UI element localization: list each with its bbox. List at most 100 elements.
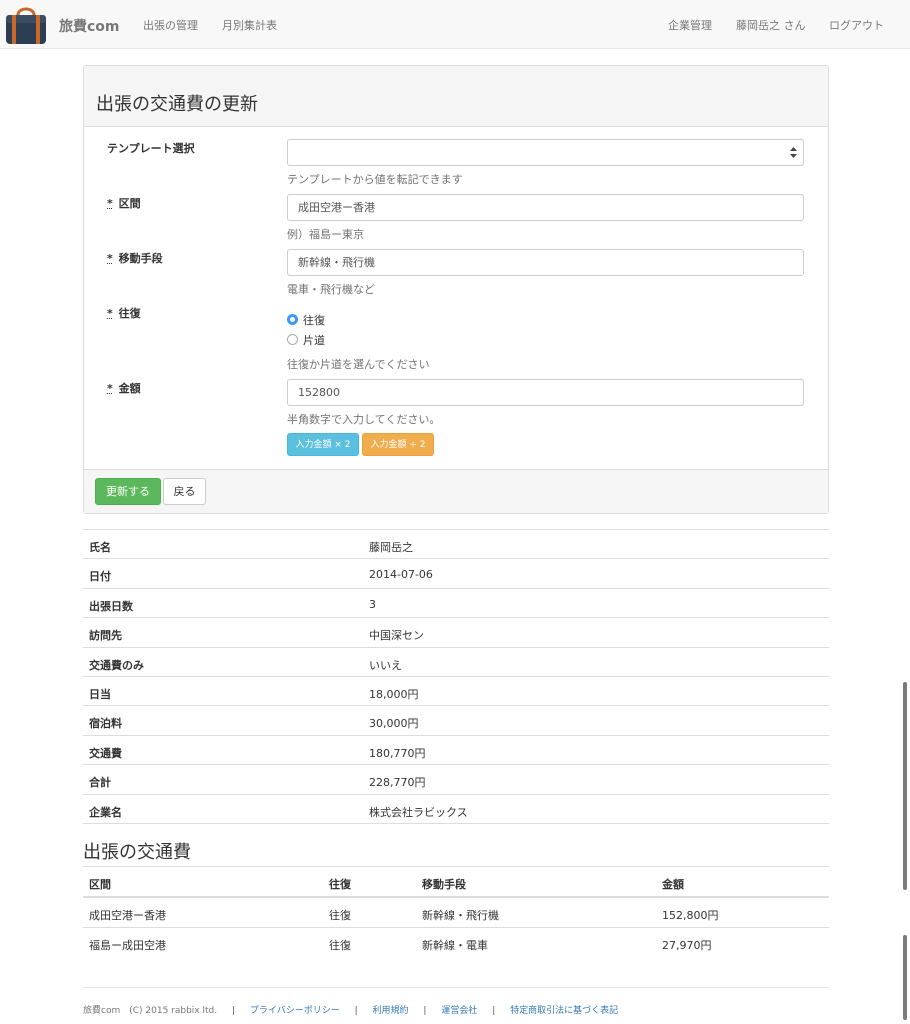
transport-input[interactable]: 新幹線・飛行機 <box>287 249 804 276</box>
column-header: 移動手段 <box>422 878 466 891</box>
radio-roundtrip[interactable]: 往復 <box>287 312 325 328</box>
nav-logout[interactable]: ログアウト <box>829 17 884 33</box>
amount-input[interactable]: 152800 <box>287 379 804 406</box>
route-input[interactable]: 成田空港ー香港 <box>287 194 804 221</box>
radio-unchecked-icon[interactable] <box>287 334 298 345</box>
radio-checked-icon[interactable] <box>287 314 298 325</box>
column-header: 往復 <box>329 878 351 891</box>
detail-row: 交通費のみ いいえ <box>83 648 829 677</box>
route-label-text: 区間 <box>118 197 141 210</box>
roundtrip-label-text: 往復 <box>118 307 141 320</box>
roundtrip-help: 往復か片道を選んでください <box>287 358 430 371</box>
footer-copyright: 旅費com (C) 2015 rabbix ltd. <box>83 1006 218 1016</box>
route-label: * 区間 <box>107 195 141 211</box>
table-cell: 152,800円 <box>662 909 719 922</box>
detail-key: 出張日数 <box>89 599 133 613</box>
footer-divider <box>83 987 829 988</box>
table-header-row: 区間 往復 移動手段 金額 <box>83 867 829 898</box>
double-amount-button[interactable]: 入力金額 × 2 <box>287 433 359 456</box>
detail-key: 交通費 <box>89 746 122 760</box>
detail-key: 日付 <box>89 570 111 584</box>
table-row: 成田空港ー香港 往復 新幹線・飛行機 152,800円 <box>83 898 829 928</box>
detail-key: 交通費のみ <box>89 658 144 672</box>
detail-key: 合計 <box>89 776 111 790</box>
table-cell: 27,970円 <box>662 938 712 952</box>
nav-user-name[interactable]: 藤岡岳之 さん <box>736 17 806 33</box>
column-header: 金額 <box>662 878 684 891</box>
route-help: 例）福島ー東京 <box>287 228 364 241</box>
transport-label-text: 移動手段 <box>118 252 163 265</box>
brand-link[interactable]: 旅費com <box>59 16 120 36</box>
detail-value: 30,000円 <box>369 717 419 731</box>
update-button[interactable]: 更新する <box>95 478 161 505</box>
amount-label-text: 金額 <box>118 382 141 395</box>
detail-row: 企業名 株式会社ラビックス <box>83 795 829 824</box>
trip-detail-table: 氏名 藤岡岳之 日付 2014-07-06 出張日数 3 訪問先 中国深セン 交通費のみ… <box>83 529 829 824</box>
detail-key: 宿泊料 <box>89 717 122 731</box>
navbar: 旅費com 出張の管理 月別集計表 企業管理 藤岡岳之 さん ログアウト <box>0 0 910 49</box>
radio-oneway[interactable]: 片道 <box>287 332 325 348</box>
detail-row: 日付 2014-07-06 <box>83 559 829 589</box>
detail-value: 藤岡岳之 <box>369 541 413 554</box>
footer-separator: | <box>231 1006 236 1016</box>
table-cell: 往復 <box>329 938 351 952</box>
detail-value: 18,000円 <box>369 687 419 701</box>
update-form-panel: 出張の交通費の更新 テンプレート選択 テンプレートから値を転記できます * 区間… <box>83 65 829 514</box>
table-cell: 往復 <box>329 909 351 922</box>
footer: 旅費com (C) 2015 rabbix ltd. | プライバシーポリシー … <box>83 1003 618 1016</box>
detail-value: 180,770円 <box>369 746 426 760</box>
detail-row: 日当 18,000円 <box>83 677 829 707</box>
table-cell: 新幹線・飛行機 <box>422 909 499 922</box>
template-label: テンプレート選択 <box>107 142 195 155</box>
briefcase-logo-icon[interactable] <box>5 5 47 45</box>
detail-value: 228,770円 <box>369 776 426 790</box>
scrollbar-thumb-secondary[interactable] <box>903 935 907 1020</box>
radio-oneway-label: 片道 <box>303 334 325 347</box>
detail-row: 氏名 藤岡岳之 <box>83 530 829 560</box>
table-cell: 成田空港ー香港 <box>89 909 166 922</box>
required-mark: * <box>107 382 113 395</box>
footer-privacy-link[interactable]: プライバシーポリシー <box>250 1006 340 1016</box>
footer-terms-link[interactable]: 利用規約 <box>373 1006 409 1016</box>
footer-separator: | <box>492 1006 496 1016</box>
detail-value: いいえ <box>369 658 402 672</box>
footer-commerce-law-link[interactable]: 特定商取引法に基づく表記 <box>510 1006 618 1016</box>
select-arrows-icon <box>790 147 797 158</box>
detail-value: 中国深セン <box>369 629 424 643</box>
detail-key: 企業名 <box>89 805 122 819</box>
table-cell: 新幹線・電車 <box>422 938 488 952</box>
detail-value: 株式会社ラビックス <box>369 805 468 819</box>
roundtrip-label: * 往復 <box>107 305 141 321</box>
transport-label: * 移動手段 <box>107 250 163 266</box>
nav-monthly-summary[interactable]: 月別集計表 <box>222 17 277 33</box>
transport-help: 電車・飛行機など <box>287 283 375 296</box>
amount-label: * 金額 <box>107 380 141 396</box>
detail-row: 訪問先 中国深セン <box>83 618 829 648</box>
column-header: 区間 <box>89 878 111 891</box>
detail-row: 交通費 180,770円 <box>83 736 829 766</box>
required-mark: * <box>107 307 113 320</box>
panel-footer: 更新する 戻る <box>84 469 828 513</box>
detail-key: 日当 <box>89 687 111 701</box>
detail-value: 2014-07-06 <box>369 568 433 582</box>
nav-trip-management[interactable]: 出張の管理 <box>143 17 198 33</box>
template-help: テンプレートから値を転記できます <box>287 173 463 186</box>
footer-separator: | <box>423 1006 427 1016</box>
scrollbar-thumb[interactable] <box>903 682 907 890</box>
template-select[interactable] <box>287 139 804 166</box>
footer-company-link[interactable]: 運営会社 <box>441 1006 477 1016</box>
page-title: 出張の交通費の更新 <box>96 94 258 115</box>
detail-row: 宿泊料 30,000円 <box>83 706 829 736</box>
table-row: 福島ー成田空港 往復 新幹線・電車 27,970円 <box>83 928 829 958</box>
required-mark: * <box>107 252 113 265</box>
fares-table: 区間 往復 移動手段 金額 成田空港ー香港 往復 新幹線・飛行機 152,800… <box>83 866 829 957</box>
nav-company-management[interactable]: 企業管理 <box>668 17 712 33</box>
radio-roundtrip-label: 往復 <box>303 314 325 327</box>
panel-heading: 出張の交通費の更新 <box>84 66 828 127</box>
half-amount-button[interactable]: 入力金額 ÷ 2 <box>362 433 434 456</box>
required-mark: * <box>107 197 113 210</box>
back-button[interactable]: 戻る <box>163 478 206 505</box>
detail-value: 3 <box>369 597 376 611</box>
fares-section-title: 出張の交通費 <box>83 842 191 863</box>
detail-key: 訪問先 <box>89 629 122 643</box>
